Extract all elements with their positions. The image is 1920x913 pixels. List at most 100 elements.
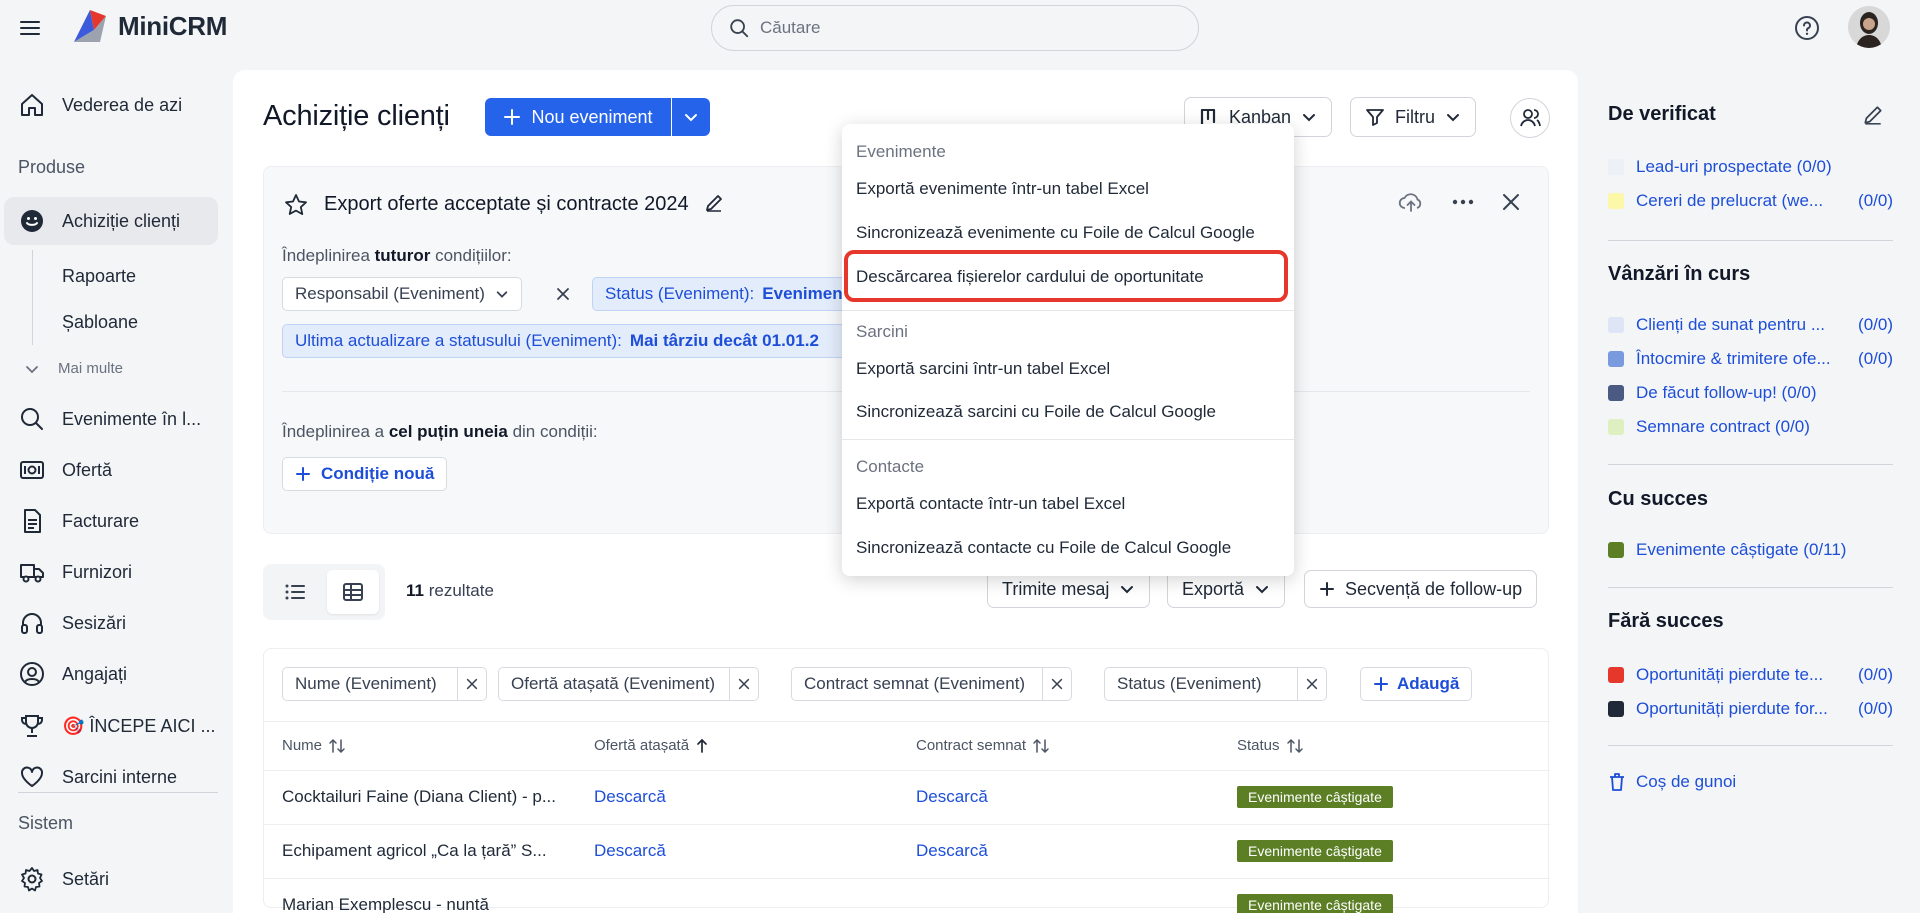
stage-item[interactable]: De făcut follow-up! (0/0) xyxy=(1608,380,1893,406)
plus-icon xyxy=(296,467,310,481)
search-box[interactable] xyxy=(711,5,1199,51)
remove-column-icon[interactable] xyxy=(1297,667,1327,701)
highlight-outline xyxy=(844,250,1288,302)
stage-item[interactable]: Oportunități pierdute te... (0/0) xyxy=(1608,662,1893,688)
stage-item[interactable]: Întocmire & trimitere ofe... (0/0) xyxy=(1608,346,1893,372)
chip-value: Mai târziu decât 01.01.2 xyxy=(629,331,819,350)
more-options-icon[interactable] xyxy=(1450,189,1476,215)
condition-chip-last-update[interactable]: Ultima actualizare a statusului (Evenime… xyxy=(282,324,882,358)
condition-chip-responsible[interactable]: Responsabil (Eveniment) xyxy=(282,277,522,311)
app-logo[interactable]: MiniCRM xyxy=(70,6,227,46)
document-icon xyxy=(18,507,46,535)
sidebar-item-events[interactable]: Evenimente în l... xyxy=(4,395,218,443)
download-offer-link[interactable]: Descarcă xyxy=(594,841,666,861)
header-offer[interactable]: Ofertă atașată xyxy=(594,737,709,754)
remove-column-icon[interactable] xyxy=(1042,667,1072,701)
view-toggle xyxy=(263,564,385,620)
sidebar-sub-reports[interactable]: Rapoarte xyxy=(62,266,136,287)
followup-sequence-button[interactable]: Secvență de follow-up xyxy=(1304,570,1538,608)
list-icon xyxy=(285,584,305,600)
download-contract-link[interactable]: Descarcă xyxy=(916,787,988,807)
sidebar-item-suppliers[interactable]: Furnizori xyxy=(4,548,218,596)
sidebar-item-offer[interactable]: Ofertă xyxy=(4,446,218,494)
stage-item[interactable]: Evenimente câștigate (0/11) xyxy=(1608,537,1893,563)
sidebar-sub-templates[interactable]: Șabloane xyxy=(62,312,138,333)
stage-item[interactable]: Lead-uri prospectate (0/0) xyxy=(1608,154,1893,180)
sidebar-item-tickets[interactable]: Sesizări xyxy=(4,599,218,647)
table-row[interactable]: Cocktailuri Faine (Diana Client) - p... … xyxy=(264,771,1550,825)
table-view-button[interactable] xyxy=(327,570,379,614)
minicrm-logo-icon xyxy=(74,10,106,42)
top-bar: MiniCRM xyxy=(0,0,1920,56)
download-offer-link[interactable]: Descarcă xyxy=(594,787,666,807)
pencil-icon[interactable] xyxy=(704,193,724,213)
header-name[interactable]: Nume xyxy=(282,737,346,754)
sidebar-section-products: Produse xyxy=(18,157,86,177)
table-row[interactable]: Marian Exemplescu - nuntă Evenimente câș… xyxy=(264,879,1550,913)
offer-icon xyxy=(18,456,46,484)
new-event-button[interactable]: Nou eveniment xyxy=(485,98,671,136)
menu-group-contacts: Contacte xyxy=(856,457,925,476)
menu-item-export-contacts-excel[interactable]: Exportă contacte într-un tabel Excel xyxy=(856,494,1125,514)
menu-item-sync-contacts-google[interactable]: Sincronizează contacte cu Foile de Calcu… xyxy=(856,538,1231,558)
list-view-button[interactable] xyxy=(269,570,321,614)
smiley-icon xyxy=(18,207,46,235)
section-title-failure: Fără succes xyxy=(1608,610,1724,632)
hamburger-menu-icon[interactable] xyxy=(18,16,42,40)
chevron-down-icon xyxy=(1121,586,1134,594)
header-contract[interactable]: Contract semnat xyxy=(916,737,1050,754)
cloud-upload-icon[interactable] xyxy=(1398,189,1424,215)
truck-icon xyxy=(18,558,46,586)
sidebar-item-label: Furnizori xyxy=(62,561,133,582)
sidebar-section-system: Sistem xyxy=(18,813,74,833)
table-row[interactable]: Echipament agricol „Ca la țară” S... Des… xyxy=(264,825,1550,879)
download-contract-link[interactable]: Descarcă xyxy=(916,841,988,861)
stage-item[interactable]: Clienți de sunat pentru ... (0/0) xyxy=(1608,312,1893,338)
new-condition-button[interactable]: Condiție nouă xyxy=(282,457,448,491)
column-chip-offer[interactable]: Ofertă atașată (Eveniment) xyxy=(498,667,730,701)
remove-column-icon[interactable] xyxy=(457,667,487,701)
stage-item[interactable]: Cereri de prelucrat (we... (0/0) xyxy=(1608,188,1893,214)
gear-icon xyxy=(18,865,46,893)
sidebar-item-client-acquisition[interactable]: Achiziție clienți xyxy=(4,197,218,245)
column-chip-status[interactable]: Status (Eveniment) xyxy=(1104,667,1298,701)
chevron-down-icon xyxy=(26,365,38,373)
condition-chip-status[interactable]: Status (Eveniment): Evenimente xyxy=(592,277,882,311)
trash-link[interactable]: Coș de gunoi xyxy=(1608,769,1893,795)
header-status[interactable]: Status xyxy=(1237,737,1304,754)
stage-item[interactable]: Oportunități pierdute for... (0/0) xyxy=(1608,696,1893,722)
sidebar-item-settings[interactable]: Setări xyxy=(4,855,218,903)
column-chip-name[interactable]: Nume (Eveniment) xyxy=(282,667,458,701)
cell-name[interactable]: Echipament agricol „Ca la țară” S... xyxy=(282,841,572,861)
sidebar-item-internal-tasks[interactable]: Sarcini interne xyxy=(4,753,218,801)
menu-item-export-tasks-excel[interactable]: Exportă sarcini într-un tabel Excel xyxy=(856,359,1110,379)
sidebar-item-employees[interactable]: Angajați xyxy=(4,650,218,698)
sidebar-item-today[interactable]: Vederea de azi xyxy=(4,81,218,129)
edit-icon[interactable] xyxy=(1862,104,1884,126)
column-chip-contract[interactable]: Contract semnat (Eveniment) xyxy=(791,667,1043,701)
user-avatar[interactable] xyxy=(1848,6,1890,48)
sidebar-more-toggle[interactable]: Mai multe xyxy=(24,360,123,377)
cell-name[interactable]: Marian Exemplescu - nuntă xyxy=(282,895,572,913)
sidebar-item-label: Vederea de azi xyxy=(62,94,183,115)
cell-name[interactable]: Cocktailuri Faine (Diana Client) - p... xyxy=(282,787,572,807)
menu-item-sync-tasks-google[interactable]: Sincronizează sarcini cu Foile de Calcul… xyxy=(856,402,1216,422)
menu-item-sync-events-google[interactable]: Sincronizează evenimente cu Foile de Cal… xyxy=(856,223,1255,243)
color-swatch xyxy=(1608,317,1624,333)
help-icon[interactable] xyxy=(1794,15,1820,41)
filter-label: Filtru xyxy=(1395,106,1435,127)
stage-item[interactable]: Semnare contract (0/0) xyxy=(1608,414,1893,440)
new-event-dropdown-button[interactable] xyxy=(672,98,710,136)
users-button[interactable] xyxy=(1510,98,1550,138)
search-input[interactable] xyxy=(760,18,1160,38)
sidebar-item-invoicing[interactable]: Facturare xyxy=(4,497,218,545)
menu-item-export-events-excel[interactable]: Exportă evenimente într-un tabel Excel xyxy=(856,179,1149,199)
remove-condition-icon[interactable] xyxy=(550,277,576,311)
table-icon xyxy=(343,583,363,601)
filter-button[interactable]: Filtru xyxy=(1350,97,1476,137)
sidebar-item-start-here[interactable]: 🎯 ÎNCEPE AICI ... xyxy=(4,702,218,750)
star-icon[interactable] xyxy=(284,193,308,217)
add-column-button[interactable]: Adaugă xyxy=(1360,667,1473,701)
close-icon[interactable] xyxy=(1498,189,1524,215)
remove-column-icon[interactable] xyxy=(729,667,759,701)
